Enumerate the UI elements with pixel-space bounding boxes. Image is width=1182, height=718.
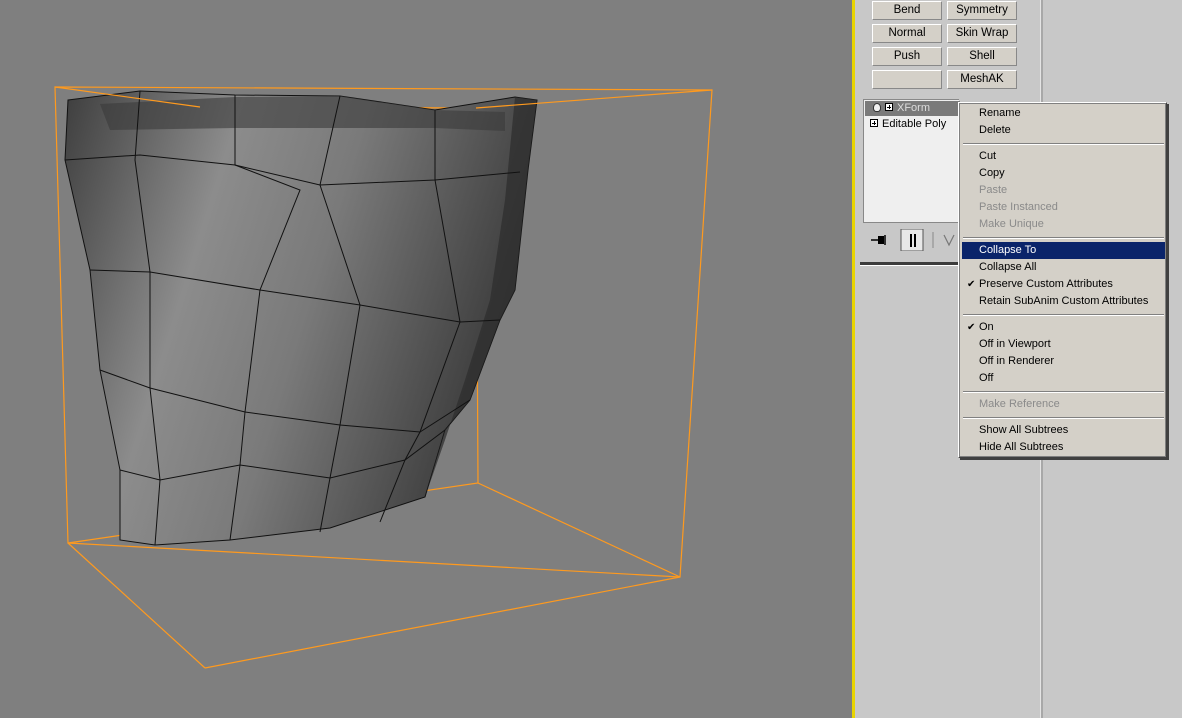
menu-item-retain-subanim-custom-attributes[interactable]: Retain SubAnim Custom Attributes xyxy=(962,293,1165,310)
expand-plus-icon[interactable] xyxy=(885,103,893,112)
menu-separator xyxy=(963,391,1164,393)
menu-item-preserve-custom-attributes[interactable]: ✔ Preserve Custom Attributes xyxy=(962,276,1165,293)
menu-item-show-all-subtrees[interactable]: Show All Subtrees xyxy=(962,422,1165,439)
modifier-button-bend[interactable]: Bend xyxy=(872,1,942,20)
modifier-stack[interactable]: XForm Editable Poly xyxy=(863,99,960,223)
menu-item-cut[interactable]: Cut xyxy=(962,148,1165,165)
rollout-separator xyxy=(860,262,960,266)
perspective-viewport[interactable] xyxy=(0,0,852,718)
menu-item-delete[interactable]: Delete xyxy=(962,122,1165,139)
modifier-button-shell[interactable]: Shell xyxy=(947,47,1017,66)
modifier-button-symmetry[interactable]: Symmetry xyxy=(947,1,1017,20)
menu-item-paste: Paste xyxy=(979,184,1008,196)
modifier-button-empty[interactable] xyxy=(872,70,942,89)
modifier-button-normal[interactable]: Normal xyxy=(872,24,942,43)
mesh-object xyxy=(64,90,538,546)
menu-item-copy[interactable]: Copy xyxy=(962,165,1165,182)
show-end-result-icon[interactable] xyxy=(900,228,924,252)
menu-item-label: Preserve Custom Attributes xyxy=(979,278,1113,290)
menu-separator xyxy=(963,143,1164,145)
menu-item-off[interactable]: Off xyxy=(962,370,1165,387)
menu-item-collapse-all[interactable]: Collapse All xyxy=(962,259,1165,276)
menu-item-make-unique: Make Unique xyxy=(979,218,1044,230)
menu-item-collapse-to[interactable]: Collapse To xyxy=(962,242,1165,259)
pin-stack-icon[interactable] xyxy=(871,235,886,245)
stack-item-label: Editable Poly xyxy=(882,118,947,130)
menu-item-make-reference: Make Reference xyxy=(979,398,1060,410)
menu-item-paste-instanced: Paste Instanced xyxy=(979,201,1058,213)
expand-plus-icon[interactable] xyxy=(870,119,878,128)
menu-item-on[interactable]: ✔ On xyxy=(962,319,1165,336)
lightbulb-icon[interactable] xyxy=(873,102,881,112)
stack-item-label: XForm xyxy=(897,102,930,114)
modifier-button-push[interactable]: Push xyxy=(872,47,942,66)
menu-item-hide-all-subtrees[interactable]: Hide All Subtrees xyxy=(962,439,1165,456)
stack-toolbar xyxy=(863,228,959,252)
make-unique-icon[interactable] xyxy=(943,234,955,247)
menu-separator xyxy=(963,237,1164,239)
menu-separator xyxy=(963,417,1164,419)
menu-item-rename[interactable]: Rename xyxy=(962,105,1165,122)
stack-item-editable-poly[interactable]: Editable Poly xyxy=(865,117,960,132)
menu-item-off-in-viewport[interactable]: Off in Viewport xyxy=(962,336,1165,353)
viewport-scene xyxy=(54,86,713,669)
menu-separator xyxy=(963,314,1164,316)
modifier-button-meshak[interactable]: MeshAK xyxy=(947,70,1017,89)
stack-item-xform[interactable]: XForm xyxy=(865,101,960,116)
modifier-button-skin-wrap[interactable]: Skin Wrap xyxy=(947,24,1017,43)
checkmark-icon: ✔ xyxy=(967,322,976,333)
stack-context-menu: Rename Delete Cut Copy Paste Paste Insta… xyxy=(958,102,1167,458)
menu-item-off-in-renderer[interactable]: Off in Renderer xyxy=(962,353,1165,370)
checkmark-icon: ✔ xyxy=(967,279,976,290)
menu-item-label: On xyxy=(979,321,994,333)
